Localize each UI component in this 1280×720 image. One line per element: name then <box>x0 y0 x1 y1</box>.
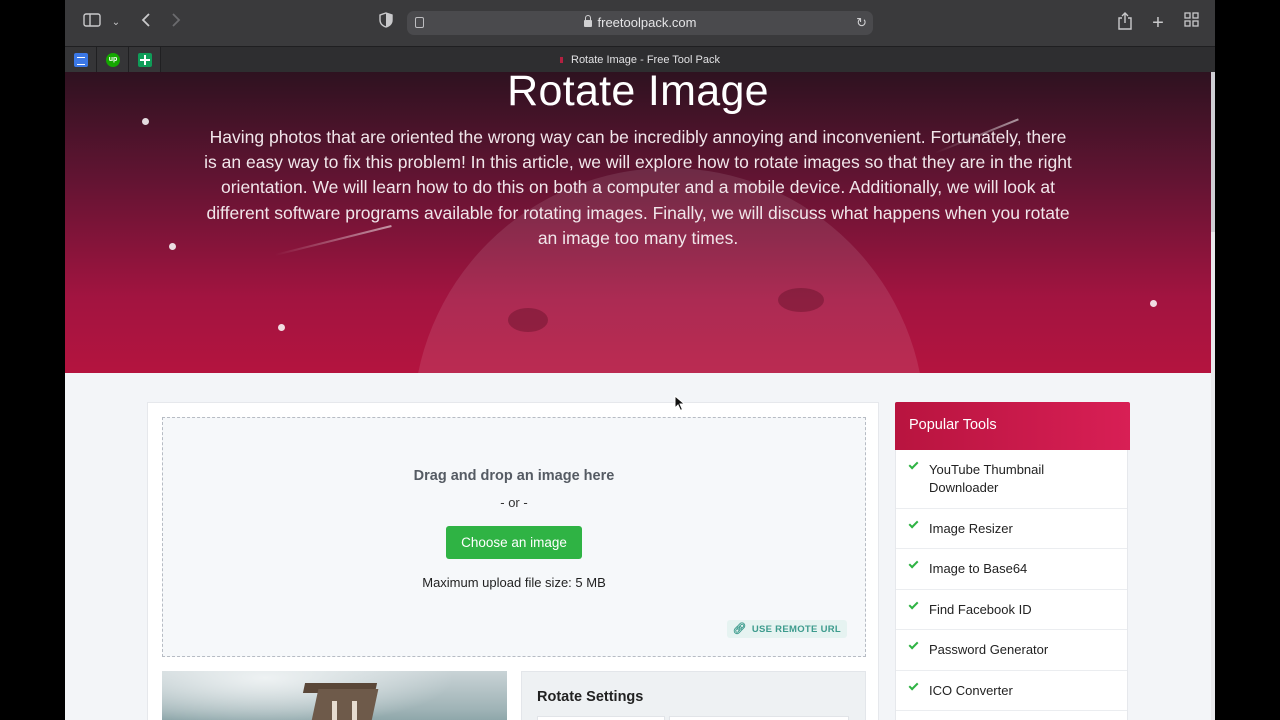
page-title: Rotate Image <box>507 72 769 115</box>
preview-pillar <box>352 701 357 720</box>
image-dropzone[interactable]: Drag and drop an image here - or - Choos… <box>162 417 866 657</box>
choose-image-button[interactable]: Choose an image <box>446 526 582 559</box>
crater-decoration <box>508 308 548 332</box>
check-icon <box>908 518 919 529</box>
tool-item-ico-converter[interactable]: ICO Converter <box>896 671 1127 711</box>
forward-arrow-icon[interactable] <box>165 12 187 34</box>
popular-tools-panel: Popular Tools YouTube Thumbnail Download… <box>895 402 1130 720</box>
crater-decoration <box>778 288 824 312</box>
tab-bar: up Rotate Image - Free Tool Pack <box>65 46 1215 73</box>
star-decoration <box>1150 300 1157 307</box>
new-tab-plus-icon[interactable]: + <box>1147 12 1169 34</box>
address-bar[interactable]: freetoolpack.com ↻ <box>407 11 873 35</box>
lock-icon <box>583 15 592 27</box>
max-upload-size: Maximum upload file size: 5 MB <box>422 575 606 590</box>
check-icon <box>908 558 919 569</box>
dropzone-or: - or - <box>500 495 528 510</box>
url-text: freetoolpack.com <box>407 11 873 35</box>
upload-card: Drag and drop an image here - or - Choos… <box>147 402 879 720</box>
star-decoration <box>142 118 149 125</box>
link-icon: 🔗︎ <box>732 623 747 635</box>
tool-item-password-generator[interactable]: Password Generator <box>896 630 1127 671</box>
check-icon <box>908 459 919 470</box>
tool-item-image-to-base64[interactable]: Image to Base64 <box>896 549 1127 590</box>
tool-item-youtube-thumbnail-downloader[interactable]: YouTube Thumbnail Downloader <box>896 450 1127 509</box>
preview-pillar <box>332 701 337 720</box>
chevron-down-icon[interactable]: ⌄ <box>105 12 127 34</box>
page-description: Having photos that are oriented the wron… <box>204 127 1072 248</box>
share-icon[interactable] <box>1114 12 1136 34</box>
privacy-shield-icon[interactable] <box>375 12 397 34</box>
image-preview <box>162 671 507 720</box>
active-tab[interactable]: Rotate Image - Free Tool Pack <box>65 47 1215 73</box>
dropzone-title: Drag and drop an image here <box>413 468 615 484</box>
preview-building <box>305 689 379 720</box>
reload-icon[interactable]: ↻ <box>856 12 867 34</box>
tool-item-image-resizer[interactable]: Image Resizer <box>896 509 1127 549</box>
hero-banner: Rotate Image Having photos that are orie… <box>65 72 1211 373</box>
tool-item-find-facebook-id[interactable]: Find Facebook ID <box>896 590 1127 630</box>
star-decoration <box>169 243 176 250</box>
page-scrollbar[interactable] <box>1211 72 1215 720</box>
browser-window: ⌄ freetoolpack.com ↻ + up Rotate Image -… <box>65 0 1215 720</box>
check-icon <box>908 680 919 691</box>
use-remote-url-button[interactable]: 🔗︎ USE REMOTE URL <box>726 620 847 638</box>
back-arrow-icon[interactable] <box>135 12 157 34</box>
check-icon <box>908 639 919 650</box>
site-favicon-icon <box>560 57 563 64</box>
check-icon <box>908 599 919 610</box>
rotate-settings-title: Rotate Settings <box>537 689 644 705</box>
settings-field[interactable] <box>669 716 849 720</box>
scrollbar-thumb[interactable] <box>1211 72 1215 232</box>
tab-overview-icon[interactable] <box>1180 12 1202 34</box>
popular-tools-header: Popular Tools <box>895 402 1130 450</box>
star-decoration <box>278 324 285 331</box>
browser-toolbar: ⌄ freetoolpack.com ↻ + <box>65 0 1215 46</box>
settings-field[interactable] <box>537 716 665 720</box>
sidebar-toggle-icon[interactable] <box>81 12 103 34</box>
rotate-settings-panel: Rotate Settings <box>521 671 866 720</box>
